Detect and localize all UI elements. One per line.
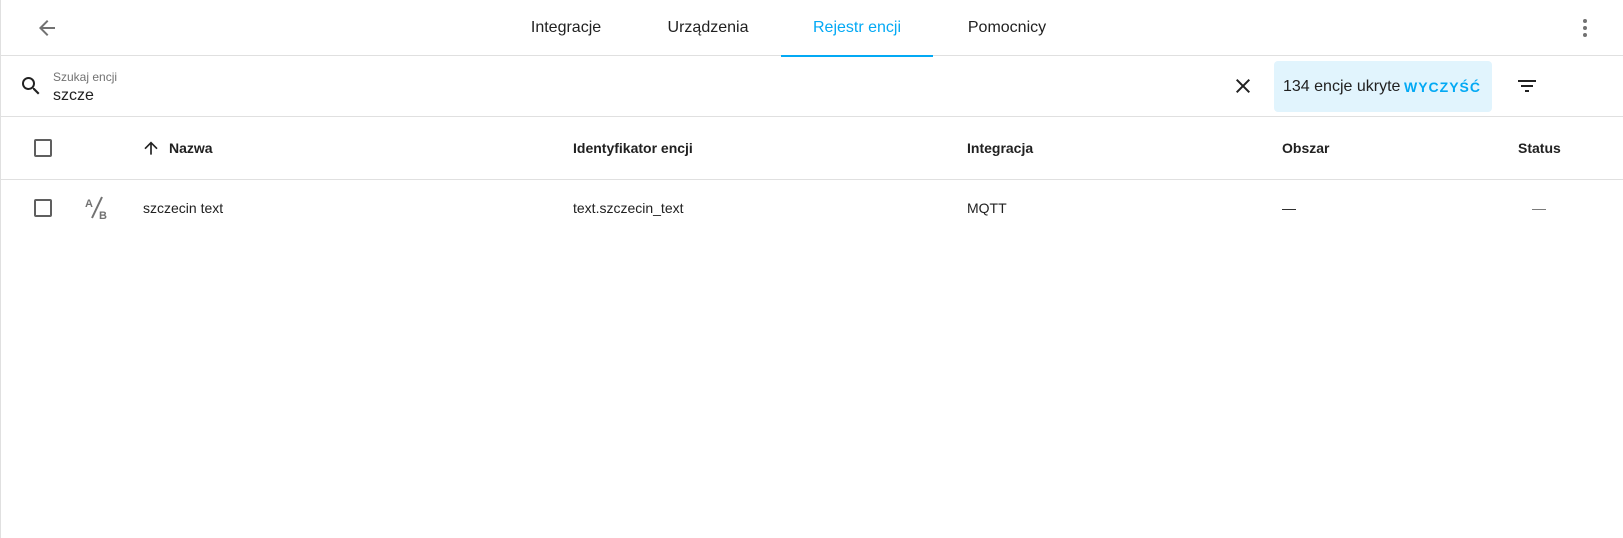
filter-button[interactable] [1515, 74, 1539, 98]
cell-area: — [1282, 200, 1296, 216]
search-icon [22, 77, 40, 95]
top-toolbar: Integracje Urządzenia Rejestr encji Pomo… [1, 0, 1623, 57]
tab-devices[interactable]: Urządzenia [667, 0, 749, 56]
tab-helpers-label: Pomocnicy [967, 19, 1047, 36]
entities-page: Integracje Urządzenia Rejestr encji Pomo… [0, 0, 1623, 538]
column-header-integration[interactable]: Integracja [967, 117, 1033, 179]
cell-entity-id: text.szczecin_text [573, 200, 684, 216]
tab-entities-label: Rejestr encji [812, 19, 902, 36]
search-input[interactable] [53, 85, 1153, 107]
search-bar: Szukaj encji 134 encje ukryte WYCZYŚĆ [1, 56, 1623, 117]
hidden-entities-text: 134 encje ukryte [1283, 77, 1401, 95]
table-row[interactable]: A B szczecin text text.szczecin_text MQT… [1, 180, 1623, 236]
column-header-entity-id-label: Identyfikator encji [573, 140, 693, 156]
text-ab-icon: A B [84, 180, 110, 236]
column-header-name-label: Nazwa [169, 140, 213, 156]
column-header-name[interactable]: Nazwa [141, 117, 213, 179]
close-icon [1236, 79, 1250, 93]
arrow-left-icon [39, 20, 55, 36]
overflow-menu-button[interactable] [1569, 12, 1601, 44]
column-header-area[interactable]: Obszar [1282, 117, 1329, 179]
column-header-status[interactable]: Status [1518, 117, 1561, 179]
tab-integrations[interactable]: Integracje [530, 0, 602, 56]
cell-name: szczecin text [143, 200, 224, 216]
cell-status: — [1532, 200, 1546, 216]
select-all-checkbox[interactable] [34, 139, 52, 157]
row-checkbox[interactable] [34, 199, 52, 217]
back-button[interactable] [31, 12, 63, 44]
column-header-integration-label: Integracja [967, 140, 1034, 156]
tab-helpers[interactable]: Pomocnicy [968, 0, 1046, 56]
column-header-status-label: Status [1518, 140, 1561, 156]
filter-icon [1518, 80, 1536, 92]
table-header: Nazwa Identyfikator encji Integracja Obs… [1, 117, 1623, 180]
column-header-entity-id[interactable]: Identyfikator encji [573, 117, 693, 179]
hidden-entities-chip: 134 encje ukryte WYCZYŚĆ [1274, 61, 1492, 112]
tab-entities[interactable]: Rejestr encji [781, 0, 933, 57]
dots-vertical-icon [1583, 19, 1587, 37]
arrow-up-icon [144, 141, 158, 155]
search-label: Szukaj encji [53, 70, 118, 84]
tab-integrations-label: Integracje [530, 19, 602, 36]
column-header-area-label: Obszar [1282, 140, 1330, 156]
cell-integration: MQTT [967, 200, 1007, 216]
svg-text:B: B [99, 210, 107, 221]
clear-search-button[interactable] [1231, 74, 1255, 98]
svg-text:A: A [85, 198, 93, 210]
tab-devices-label: Urządzenia [667, 19, 749, 36]
clear-filter-button[interactable]: WYCZYŚĆ [1404, 79, 1481, 95]
